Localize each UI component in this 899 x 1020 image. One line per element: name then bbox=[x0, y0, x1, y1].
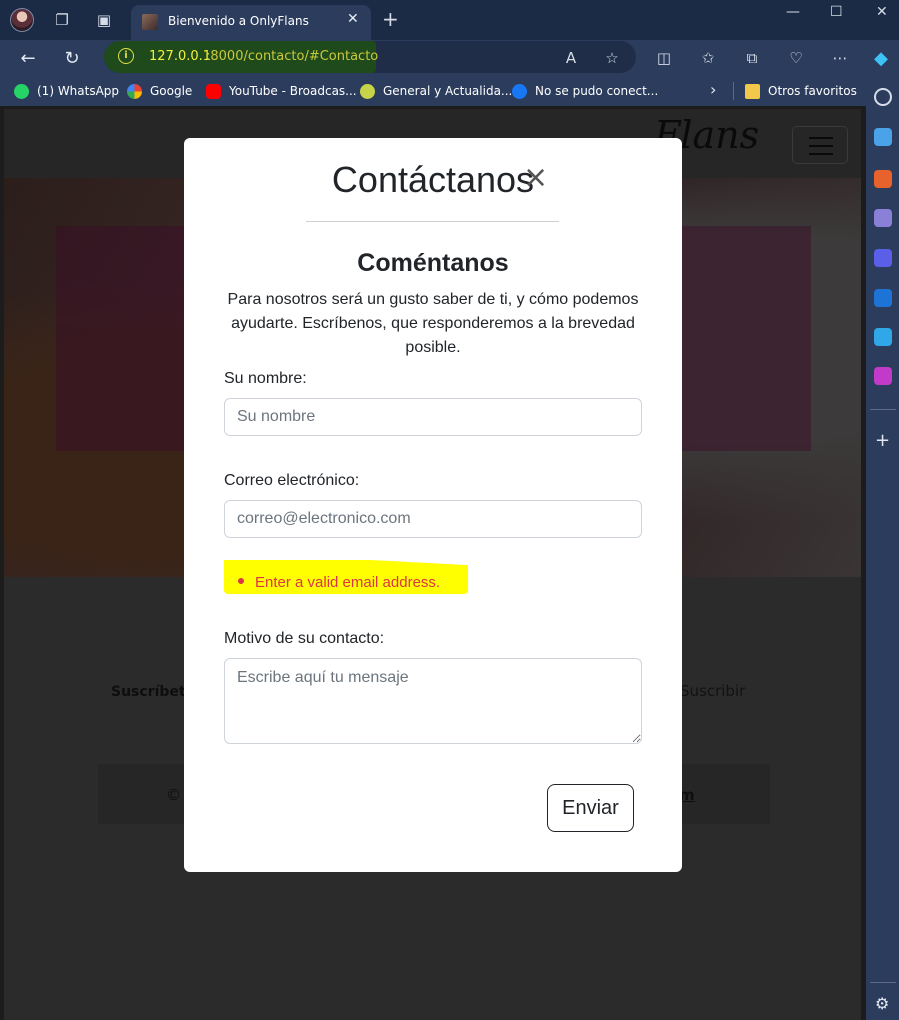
bookmarks-divider bbox=[733, 82, 734, 100]
modal-title: Contáctanos bbox=[331, 159, 535, 200]
bookmark-whatsapp[interactable]: (1) WhatsApp bbox=[14, 82, 119, 100]
contact-modal: Contáctanos × Coméntanos Para nosotros s… bbox=[184, 138, 682, 872]
outlook-icon[interactable] bbox=[874, 289, 892, 307]
shopping-tag-icon[interactable] bbox=[874, 128, 892, 146]
browser-sidebar: + ⚙ bbox=[866, 76, 899, 1020]
bookmark-label: Otros favoritos bbox=[768, 84, 857, 98]
google-icon bbox=[127, 83, 142, 99]
tab-favicon-icon bbox=[142, 14, 158, 30]
browser-essentials-icon[interactable]: ♡ bbox=[785, 47, 807, 69]
browser-title-bar: ❐ ▣ Bienvenido a OnlyFlans ✕ + — ☐ ✕ bbox=[0, 0, 899, 40]
tools-briefcase-icon[interactable] bbox=[874, 170, 892, 188]
profile-avatar[interactable] bbox=[10, 8, 34, 32]
favorite-star-icon[interactable]: ☆ bbox=[601, 47, 623, 69]
split-screen-icon[interactable]: ◫ bbox=[653, 47, 675, 69]
bookmark-google[interactable]: Google bbox=[127, 82, 192, 100]
new-tab-button[interactable]: + bbox=[382, 7, 399, 31]
message-field[interactable] bbox=[224, 658, 642, 744]
facebook-icon bbox=[512, 83, 527, 99]
youtube-icon bbox=[206, 83, 221, 99]
bookmark-facebook[interactable]: No se pudo conect... bbox=[512, 82, 658, 100]
site-info-icon[interactable]: i bbox=[118, 48, 134, 64]
submit-button[interactable]: Enviar bbox=[547, 784, 634, 832]
bookmark-other-favorites[interactable]: Otros favoritos bbox=[745, 82, 857, 100]
send-icon[interactable] bbox=[874, 328, 892, 346]
hamburger-line bbox=[809, 145, 833, 147]
gear-icon[interactable]: ⚙ bbox=[875, 994, 889, 1013]
games-icon[interactable] bbox=[874, 209, 892, 227]
search-icon[interactable] bbox=[874, 88, 892, 106]
name-label: Su nombre: bbox=[224, 370, 307, 387]
favorites-icon[interactable]: ✩ bbox=[697, 47, 719, 69]
microsoft-365-icon[interactable] bbox=[874, 249, 892, 267]
email-label: Correo electrónico: bbox=[224, 472, 360, 489]
bookmark-label: (1) WhatsApp bbox=[37, 84, 120, 98]
email-field[interactable] bbox=[224, 500, 642, 538]
modal-divider bbox=[306, 221, 559, 222]
section-title: Coméntanos bbox=[357, 249, 509, 277]
maximize-button[interactable]: ☐ bbox=[830, 4, 843, 20]
url-host: 127.0.0.1 bbox=[149, 49, 212, 64]
email-error-message: Enter a valid email address. bbox=[255, 574, 441, 591]
refresh-icon[interactable]: ↻ bbox=[59, 46, 85, 70]
add-sidebar-app-icon[interactable]: + bbox=[875, 430, 890, 451]
folder-icon bbox=[745, 83, 760, 99]
back-arrow-icon[interactable]: ← bbox=[15, 46, 41, 70]
bookmarks-bar: (1) WhatsApp Google YouTube - Broadcas..… bbox=[0, 76, 866, 106]
bookmark-label: General y Actualida... bbox=[383, 84, 513, 98]
workspaces-icon[interactable]: ❐ bbox=[50, 8, 74, 32]
bookmark-label: YouTube - Broadcas... bbox=[229, 84, 357, 98]
message-label: Motivo de su contacto: bbox=[224, 630, 385, 647]
pixel-icon bbox=[360, 83, 375, 99]
tab-onlyflans[interactable]: Bienvenido a OnlyFlans ✕ bbox=[131, 5, 371, 40]
whatsapp-icon bbox=[14, 83, 29, 99]
close-icon[interactable]: × bbox=[523, 163, 548, 193]
designer-icon[interactable] bbox=[874, 367, 892, 385]
menu-toggle-button[interactable] bbox=[792, 126, 848, 164]
more-menu-icon[interactable]: ⋯ bbox=[829, 47, 851, 69]
subscribe-button[interactable]: Suscribir bbox=[680, 682, 745, 700]
name-field[interactable] bbox=[224, 398, 642, 436]
bookmark-youtube[interactable]: YouTube - Broadcas... bbox=[206, 82, 357, 100]
hamburger-line bbox=[809, 153, 833, 155]
section-description: Para nosotros será un gusto saber de ti,… bbox=[227, 291, 639, 356]
copilot-icon[interactable]: ◆ bbox=[870, 47, 892, 69]
bookmark-label: Google bbox=[150, 84, 193, 98]
browser-toolbar: ← ↻ i 127.0.0.1 :8000/contacto/#Contacto… bbox=[0, 40, 899, 76]
bookmark-label: No se pudo conect... bbox=[535, 84, 659, 98]
sidebar-divider bbox=[870, 982, 896, 983]
error-bullet-icon bbox=[238, 578, 244, 584]
collections-icon[interactable]: ⧉ bbox=[741, 47, 763, 69]
tab-title: Bienvenido a OnlyFlans bbox=[168, 14, 309, 28]
tab-close-icon[interactable]: ✕ bbox=[347, 11, 359, 27]
bookmark-general[interactable]: General y Actualida... bbox=[360, 82, 512, 100]
minimize-button[interactable]: — bbox=[786, 4, 800, 20]
tab-actions-icon[interactable]: ▣ bbox=[92, 8, 116, 32]
chevron-right-icon[interactable]: › bbox=[710, 80, 716, 99]
close-window-button[interactable]: ✕ bbox=[876, 4, 888, 20]
sidebar-divider bbox=[870, 409, 896, 410]
hamburger-line bbox=[809, 137, 833, 139]
read-aloud-icon[interactable]: A bbox=[560, 47, 582, 69]
url-path: :8000/contacto/#Contacto bbox=[206, 49, 379, 64]
footer-copyright: © bbox=[166, 786, 181, 804]
subscribe-label: Suscríbete bbox=[111, 684, 196, 700]
